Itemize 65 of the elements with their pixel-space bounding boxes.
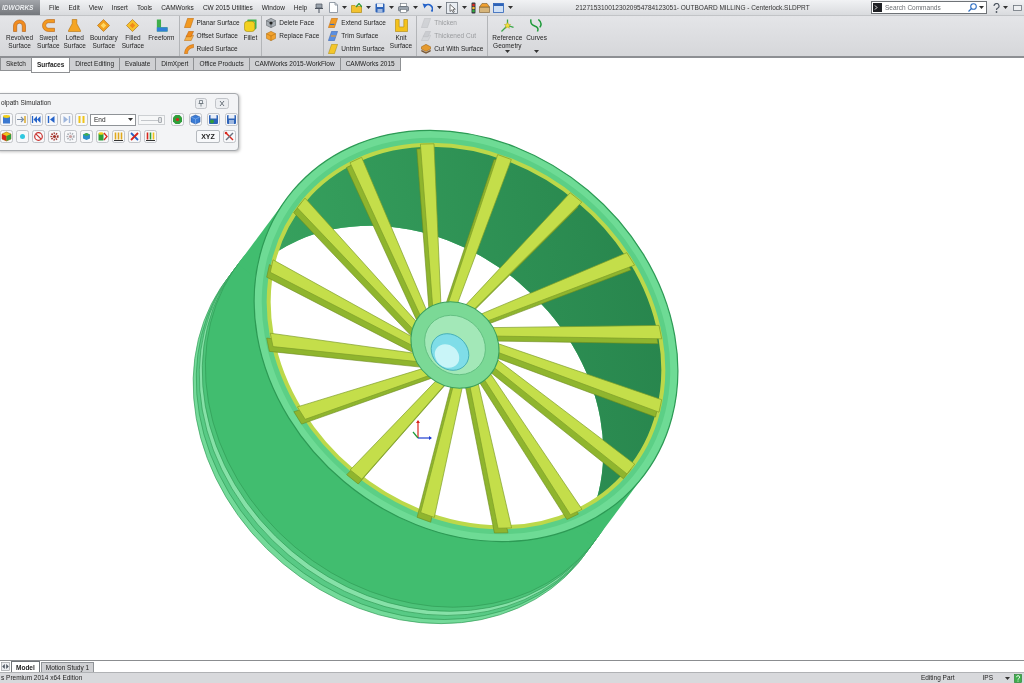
skip-back-icon[interactable] bbox=[30, 113, 43, 126]
help-icon[interactable] bbox=[993, 2, 1000, 13]
axis-triad-icon bbox=[412, 420, 432, 440]
cube-icon[interactable] bbox=[0, 130, 13, 143]
caret-icon[interactable] bbox=[413, 6, 419, 9]
caret-icon[interactable] bbox=[342, 6, 348, 9]
gear-icon[interactable] bbox=[48, 130, 61, 143]
axes-icon bbox=[500, 19, 514, 32]
stacked-sheets-icon bbox=[183, 31, 194, 41]
cube-icon[interactable] bbox=[80, 130, 93, 143]
layered-block-icon bbox=[421, 44, 432, 54]
pin-icon[interactable] bbox=[315, 2, 324, 13]
arrow-right-icon[interactable] bbox=[15, 113, 28, 126]
cylinder-icon[interactable] bbox=[0, 113, 13, 126]
sheet-icon bbox=[328, 44, 339, 54]
curve-icon bbox=[530, 19, 544, 32]
bars-icon[interactable] bbox=[112, 130, 125, 143]
arch-icon bbox=[13, 19, 27, 32]
rounded-cube-icon bbox=[243, 19, 257, 32]
caret-icon[interactable] bbox=[534, 50, 540, 53]
bars-icon[interactable] bbox=[144, 130, 157, 143]
caret-icon[interactable] bbox=[1005, 676, 1010, 680]
disk-icon[interactable] bbox=[207, 113, 220, 126]
save-icon[interactable] bbox=[375, 2, 386, 13]
traffic-light-icon[interactable] bbox=[471, 1, 477, 14]
disk-icon[interactable] bbox=[225, 113, 238, 126]
minimize-icon[interactable] bbox=[1013, 4, 1022, 11]
search-icon[interactable] bbox=[968, 3, 977, 12]
curved-strip-icon bbox=[183, 44, 194, 54]
prohibition-icon[interactable] bbox=[32, 130, 45, 143]
caret-icon[interactable] bbox=[504, 50, 510, 53]
pin-icon[interactable] bbox=[195, 97, 207, 109]
terminal-icon bbox=[873, 3, 882, 12]
u-shape-icon bbox=[394, 19, 408, 32]
step-back-icon[interactable] bbox=[45, 113, 58, 126]
caret-icon[interactable] bbox=[1003, 6, 1008, 9]
printer-icon[interactable] bbox=[398, 2, 410, 13]
scroll-arrows-icon[interactable] bbox=[1, 662, 10, 671]
flask-shape-icon bbox=[68, 19, 82, 32]
slider-thumb[interactable] bbox=[158, 116, 163, 123]
caret-icon[interactable] bbox=[389, 6, 395, 9]
l-shape-icon bbox=[154, 19, 168, 32]
caret-icon[interactable] bbox=[508, 6, 514, 9]
caret-icon[interactable] bbox=[366, 6, 372, 9]
caret-icon[interactable] bbox=[979, 6, 984, 9]
octagon-icon[interactable] bbox=[171, 113, 184, 126]
sheet-icon bbox=[421, 18, 432, 28]
stacked-sheets-icon bbox=[421, 31, 432, 41]
undo-icon[interactable] bbox=[422, 3, 434, 12]
sheet-icon bbox=[328, 18, 339, 28]
diamond-icon bbox=[97, 19, 111, 32]
window-icon[interactable] bbox=[493, 2, 505, 13]
c-shape-icon bbox=[41, 19, 55, 32]
close-icon[interactable] bbox=[215, 97, 229, 109]
caret-icon[interactable] bbox=[437, 6, 443, 9]
cube-icon[interactable] bbox=[189, 113, 202, 126]
caret-icon[interactable] bbox=[128, 118, 134, 121]
cube-icon bbox=[266, 31, 277, 41]
sheet-icon bbox=[183, 18, 194, 28]
cube-icon bbox=[266, 18, 277, 28]
crossed-tools-icon[interactable] bbox=[223, 130, 236, 143]
diamond-icon bbox=[126, 19, 140, 32]
cross-icon[interactable] bbox=[128, 130, 141, 143]
caret-icon[interactable] bbox=[462, 6, 468, 9]
sheet-icon bbox=[328, 31, 339, 41]
